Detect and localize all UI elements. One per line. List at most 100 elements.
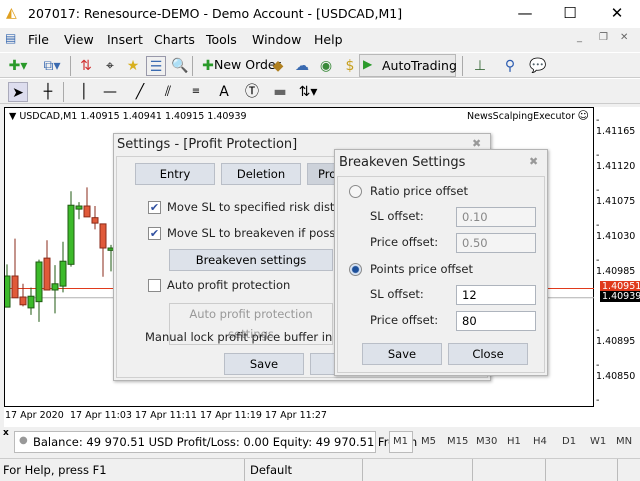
auto-profit-label: Auto profit protection <box>167 278 291 292</box>
timeframe-h4[interactable]: H4 <box>533 436 547 447</box>
breakeven-close-button[interactable]: Close <box>448 343 528 365</box>
trendline-icon[interactable]: ╱ <box>130 82 150 102</box>
candle-body <box>43 257 51 291</box>
auto-profit-checkbox[interactable] <box>148 279 161 292</box>
window-title: 207017: Renesource-DEMO - Demo Account -… <box>28 6 403 21</box>
equidistant-channel-icon[interactable]: ⫽ <box>158 82 178 102</box>
connection-status-icon: ● <box>19 435 28 446</box>
candle-body <box>35 261 43 303</box>
account-bar: ● Balance: 49 970.51 USD Profit/Loss: 0.… <box>14 431 417 453</box>
minimize-button[interactable]: — <box>510 4 540 24</box>
price-tick: - 1.40895 <box>596 325 636 347</box>
mdi-restore-button[interactable]: ❐ <box>599 32 608 43</box>
breakeven-save-button[interactable]: Save <box>362 343 442 365</box>
mdi-close-button[interactable]: ✕ <box>620 32 628 43</box>
market-icon[interactable]: $ <box>340 56 360 76</box>
candle-body <box>91 217 99 224</box>
status-bar: For Help, press F1 Default <box>0 458 640 481</box>
save-button[interactable]: Save <box>224 353 304 375</box>
timeframe-h1[interactable]: H1 <box>507 436 521 447</box>
timeframe-m1[interactable]: M1 <box>393 436 408 447</box>
move-sl-breakeven-label: Move SL to breakeven if possible <box>167 226 357 240</box>
rectangle-icon[interactable]: ▬ <box>270 82 290 102</box>
new-chart-icon[interactable]: ✚▾ <box>8 56 28 76</box>
timeframe-m15[interactable]: M15 <box>447 436 468 447</box>
menu-charts[interactable]: Charts <box>154 32 195 47</box>
candle-body <box>27 295 35 309</box>
breakeven-settings-button[interactable]: Breakeven settings <box>169 249 333 271</box>
drawing-toolbar: ➤ ┼ │ — ╱ ⫽ ≡ A Ⓣ ▬ ⇅▾ <box>0 78 640 104</box>
time-tick: 17 Apr 2020 <box>5 410 64 421</box>
menu-tools[interactable]: Tools <box>206 32 237 47</box>
candle-body <box>19 296 27 306</box>
chat-icon[interactable]: 💬 <box>528 56 548 76</box>
points-price-offset-radio[interactable] <box>349 263 362 276</box>
time-tick: 17 Apr 11:19 <box>200 410 262 421</box>
ratio-price-offset-radio[interactable] <box>349 185 362 198</box>
app-logo-icon: ◭ <box>6 5 17 21</box>
move-sl-risk-checkbox[interactable]: ✔ <box>148 201 161 214</box>
close-button[interactable]: ✕ <box>602 4 632 24</box>
search-icon[interactable]: ⚲ <box>500 56 520 76</box>
points-price-offset-field-label: Price offset: <box>370 313 439 327</box>
market-watch-icon[interactable]: ⇅ <box>76 56 96 76</box>
breakeven-dialog-title: Breakeven Settings <box>339 155 466 170</box>
time-tick: 17 Apr 11:11 <box>135 410 197 421</box>
menu-help[interactable]: Help <box>314 32 343 47</box>
maximize-button[interactable]: ☐ <box>555 4 585 24</box>
crosshair-data-icon[interactable]: ⌖ <box>100 56 120 76</box>
text-icon[interactable]: A <box>214 82 234 102</box>
price-tick: - 1.41030 <box>596 220 636 242</box>
time-tick: 17 Apr 11:03 <box>70 410 132 421</box>
ratio-price-offset-field-label: Price offset: <box>370 235 439 249</box>
terminal-icon[interactable]: ☰ <box>146 56 166 76</box>
ratio-price-offset-label: Ratio price offset <box>370 184 468 198</box>
autotrading-icon: ▶ <box>363 57 373 71</box>
menu-bar: ▤ File View Insert Charts Tools Window H… <box>0 28 640 52</box>
profiles-icon[interactable]: ⧉▾ <box>42 56 62 76</box>
tab-entry[interactable]: Entry <box>135 163 215 185</box>
timeframe-w1[interactable]: W1 <box>590 436 606 447</box>
settings-dialog-title: Settings - [Profit Protection] <box>117 137 298 152</box>
period-separators-icon[interactable]: ⊥ <box>470 56 490 76</box>
candle-body <box>99 223 107 249</box>
text-label-icon[interactable]: Ⓣ <box>242 82 262 102</box>
ratio-sl-offset-input[interactable]: 0.10 <box>456 207 536 227</box>
move-sl-risk-label: Move SL to specified risk distance <box>167 200 363 214</box>
timeframe-d1[interactable]: D1 <box>562 436 576 447</box>
horizontal-line-icon[interactable]: — <box>100 82 120 102</box>
timeframe-mn[interactable]: MN <box>616 436 632 447</box>
menu-file[interactable]: File <box>28 32 49 47</box>
signals-icon[interactable]: ◉ <box>316 56 336 76</box>
timeframe-m5[interactable]: M5 <box>421 436 436 447</box>
price-tick: - 1.40985 <box>596 255 636 277</box>
price-tick: - 1.40850 <box>596 360 636 382</box>
vps-icon[interactable]: ☁ <box>292 56 312 76</box>
metaeditor-icon[interactable]: ◆ <box>268 56 288 76</box>
price-tick: - 1.41165 <box>596 115 636 137</box>
menu-insert[interactable]: Insert <box>107 32 143 47</box>
navigator-icon[interactable]: ★ <box>123 56 143 76</box>
mdi-minimize-button[interactable]: _ <box>577 32 582 43</box>
menu-window[interactable]: Window <box>252 32 301 47</box>
standard-toolbar: ✚▾ ⧉▾ ⇅ ⌖ ★ ☰ 🔍 ✚ New Order ◆ ☁ ◉ $ ▶ Au… <box>0 52 640 78</box>
timeframe-m30[interactable]: M30 <box>476 436 497 447</box>
points-price-offset-input[interactable]: 80 <box>456 311 536 331</box>
menu-view[interactable]: View <box>64 32 94 47</box>
ratio-sl-offset-label: SL offset: <box>370 209 424 223</box>
panel-close-button[interactable]: x <box>3 428 9 438</box>
breakeven-close-icon[interactable]: ✖ <box>529 155 538 168</box>
price-tick: - 1.41075 <box>596 185 636 207</box>
strategy-tester-icon[interactable]: 🔍 <box>170 56 190 76</box>
cursor-icon[interactable]: ➤ <box>8 82 28 102</box>
vertical-line-icon[interactable]: │ <box>74 82 94 102</box>
ratio-price-offset-input[interactable]: 0.50 <box>456 233 536 253</box>
fibonacci-icon[interactable]: ≡ <box>186 82 206 102</box>
tab-deletion[interactable]: Deletion <box>221 163 301 185</box>
move-sl-breakeven-checkbox[interactable]: ✔ <box>148 227 161 240</box>
arrows-icon[interactable]: ⇅▾ <box>298 82 318 102</box>
candle-body <box>51 283 59 291</box>
autotrading-button[interactable]: ▶ AutoTrading <box>359 54 457 77</box>
crosshair-icon[interactable]: ┼ <box>38 82 58 102</box>
points-sl-offset-input[interactable]: 12 <box>456 285 536 305</box>
